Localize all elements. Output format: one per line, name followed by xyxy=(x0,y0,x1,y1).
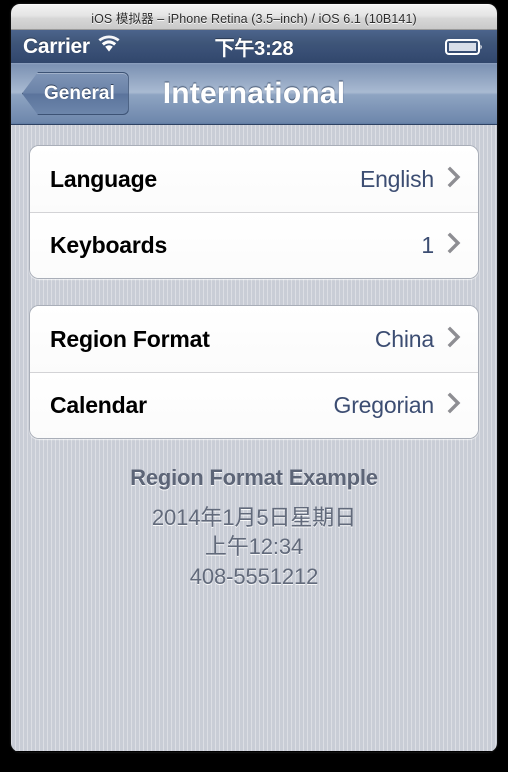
status-bar: Carrier 下午3:28 xyxy=(11,30,497,63)
row-label: Region Format xyxy=(50,325,210,352)
row-language[interactable]: Language English xyxy=(30,146,478,212)
row-label: Language xyxy=(50,165,158,192)
row-value: English xyxy=(359,165,434,192)
footer-line-phone: 408-5551212 xyxy=(189,563,319,589)
back-button-label: General xyxy=(44,82,115,104)
back-button-shape: General xyxy=(22,72,129,115)
table-group-region: Region Format China Calendar Gregorian xyxy=(29,305,479,439)
row-calendar[interactable]: Calendar Gregorian xyxy=(30,372,478,438)
chevron-right-icon xyxy=(447,326,462,353)
row-label: Calendar xyxy=(50,392,147,418)
footer-line-time: 上午12:34 xyxy=(204,534,304,560)
row-keyboards[interactable]: Keyboards 1 xyxy=(30,212,478,278)
simulator-titlebar[interactable]: iOS 模拟器 – iPhone Retina (3.5–inch) / iOS… xyxy=(11,4,497,30)
navigation-bar: General International xyxy=(11,63,497,125)
row-region-format[interactable]: Region Format China xyxy=(30,306,478,372)
footer-title: Region Format Example xyxy=(130,465,378,490)
chevron-right-icon xyxy=(447,166,462,193)
row-value: Gregorian xyxy=(333,392,435,418)
carrier-group: Carrier xyxy=(23,35,121,59)
table-group-language: Language English Keyboards 1 xyxy=(29,145,479,279)
settings-content: Language English Keyboards 1 Region Form… xyxy=(11,125,497,591)
chevron-right-icon xyxy=(447,392,462,419)
device-screen: Carrier 下午3:28 General International Lan… xyxy=(11,30,497,751)
footer-line-date: 2014年1月5日星期日 xyxy=(151,505,357,530)
carrier-label: Carrier xyxy=(23,34,90,58)
simulator-window: iOS 模拟器 – iPhone Retina (3.5–inch) / iOS… xyxy=(11,4,497,752)
wifi-icon xyxy=(97,35,121,58)
region-format-example-footer: Region Format Example 2014年1月5日星期日 上午12:… xyxy=(29,465,479,591)
battery-full-icon xyxy=(445,37,485,57)
row-value: China xyxy=(374,325,434,352)
row-value: 1 xyxy=(421,232,434,258)
back-button-general[interactable]: General xyxy=(22,72,129,115)
chevron-right-icon xyxy=(447,232,462,259)
row-label: Keyboards xyxy=(50,232,168,258)
simulator-title-text: iOS 模拟器 – iPhone Retina (3.5–inch) / iOS… xyxy=(91,11,417,26)
